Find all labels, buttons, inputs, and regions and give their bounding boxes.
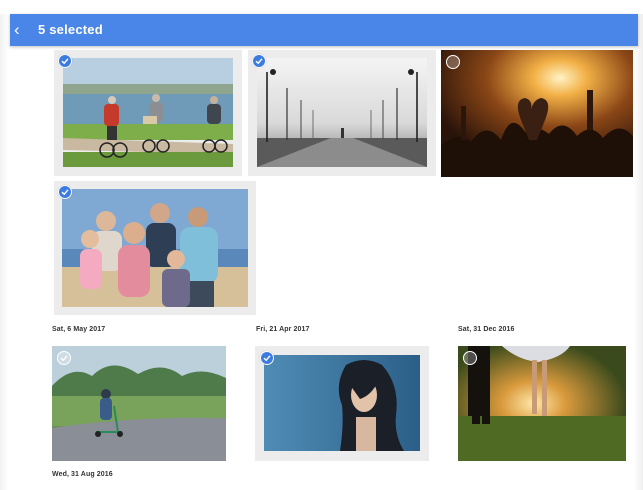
checkbox-unselected-icon[interactable] (446, 55, 460, 69)
date-header: Wed, 31 Aug 2016 (52, 471, 113, 478)
checkmark-selected-icon[interactable] (58, 185, 72, 199)
checkmark-selected-icon[interactable] (252, 54, 266, 68)
photo-tile-pier[interactable] (248, 50, 436, 176)
date-header: Fri, 21 Apr 2017 (256, 326, 310, 333)
selection-count: 5 selected (38, 22, 103, 37)
photo-concert (441, 50, 633, 177)
checkmark-selected-icon[interactable] (58, 54, 72, 68)
photo-tile-family[interactable] (54, 181, 256, 315)
checkbox-unselected-icon[interactable] (463, 351, 477, 365)
photo-woman (264, 355, 420, 451)
photo-cyclists (63, 58, 233, 167)
top-spacer (0, 0, 643, 14)
photo-tile-scooter[interactable] (52, 346, 226, 461)
arrow-back-icon[interactable]: ‹ (14, 19, 34, 41)
date-header: Sat, 6 May 2017 (52, 326, 106, 333)
photo-couple (458, 346, 626, 461)
selection-app-bar: ‹ 5 selected (10, 14, 638, 46)
photo-tile-woman[interactable] (255, 346, 429, 461)
date-header: Sat, 31 Dec 2016 (458, 326, 515, 333)
photo-family (62, 189, 248, 307)
photo-scooter (52, 346, 226, 461)
photo-pier (257, 58, 427, 167)
checkbox-unselected-icon[interactable] (57, 351, 71, 365)
checkmark-selected-icon[interactable] (260, 351, 274, 365)
photo-tile-concert[interactable] (441, 50, 633, 177)
photo-tile-cyclists[interactable] (54, 50, 242, 176)
photo-tile-couple[interactable] (458, 346, 626, 461)
